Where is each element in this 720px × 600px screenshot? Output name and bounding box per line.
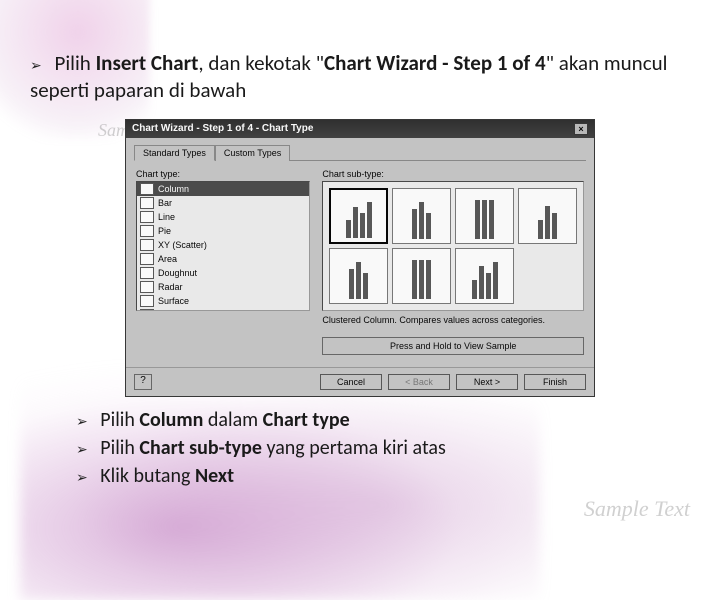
subtype-clustered-column[interactable] xyxy=(329,188,388,244)
chart-type-label: XY (Scatter) xyxy=(158,240,207,250)
subtype-stacked-column[interactable] xyxy=(392,188,451,244)
subtype-3d-column[interactable] xyxy=(455,248,514,304)
help-button[interactable]: ? xyxy=(134,374,152,390)
chart-type-item-area[interactable]: Area xyxy=(137,252,309,266)
chart-type-label: Area xyxy=(158,254,177,264)
top-bullet-bold-1: Insert Chart xyxy=(96,50,199,76)
chart-type-label: Pie xyxy=(158,226,171,236)
chart-type-listbox[interactable]: Column Bar Line Pie XY (Scatter) Area Do… xyxy=(136,181,310,311)
subtype-description: Clustered Column. Compares values across… xyxy=(322,315,584,335)
tab-strip: Standard Types Custom Types xyxy=(134,144,586,161)
doughnut-icon xyxy=(140,267,154,279)
chart-type-item-line[interactable]: Line xyxy=(137,210,309,224)
tab-custom-types[interactable]: Custom Types xyxy=(215,145,290,161)
scatter-icon xyxy=(140,239,154,251)
dialog-titlebar: Chart Wizard - Step 1 of 4 - Chart Type … xyxy=(126,120,594,138)
top-bullet-text-2: , dan kekotak " xyxy=(198,50,324,76)
radar-icon xyxy=(140,281,154,293)
sub-type-grid xyxy=(322,181,584,311)
subtype-100pct-stacked[interactable] xyxy=(455,188,514,244)
sub3-bold: Next xyxy=(195,464,234,488)
chart-type-item-column[interactable]: Column xyxy=(137,182,309,196)
label-chart-type: Chart type: xyxy=(136,169,310,179)
press-hold-button[interactable]: Press and Hold to View Sample xyxy=(322,337,584,355)
top-bullet-text-1: Pilih xyxy=(54,50,95,76)
chart-wizard-dialog: Chart Wizard - Step 1 of 4 - Chart Type … xyxy=(125,119,595,397)
top-bullet-bold-2: Chart Wizard - Step 1 of 4 xyxy=(324,50,546,76)
chart-type-label: Surface xyxy=(158,296,189,306)
surface-icon xyxy=(140,295,154,307)
bullet-arrow-icon: ➢ xyxy=(30,57,42,73)
slide-content: ➢ Pilih Insert Chart, dan kekotak "Chart… xyxy=(0,0,720,511)
sub-bullet-3: ➢ Klik butang Next xyxy=(76,463,690,489)
chart-type-item-radar[interactable]: Radar xyxy=(137,280,309,294)
sub1-bold2: Chart type xyxy=(263,408,350,432)
chart-type-item-bar[interactable]: Bar xyxy=(137,196,309,210)
sub1-pre: Pilih xyxy=(100,408,139,432)
subtype-3d-100pct[interactable] xyxy=(392,248,451,304)
subtype-3d-clustered[interactable] xyxy=(518,188,577,244)
line-icon xyxy=(140,211,154,223)
bullet-arrow-icon: ➢ xyxy=(76,441,88,457)
chart-type-label: Line xyxy=(158,212,175,222)
sub-bullet-2: ➢ Pilih Chart sub-type yang pertama kiri… xyxy=(76,435,690,461)
chart-type-item-pie[interactable]: Pie xyxy=(137,224,309,238)
bullet-arrow-icon: ➢ xyxy=(76,413,88,429)
pane-sub-type: Chart sub-type: Clustered Column. Compar… xyxy=(322,169,584,355)
dialog-button-row: ? Cancel < Back Next > Finish xyxy=(126,367,594,396)
area-icon xyxy=(140,253,154,265)
sub-bullet-1: ➢ Pilih Column dalam Chart type xyxy=(76,407,690,433)
sub1-mid: dalam xyxy=(203,408,262,432)
sub-bullet-list: ➢ Pilih Column dalam Chart type ➢ Pilih … xyxy=(76,407,690,489)
column-icon xyxy=(140,183,154,195)
sub2-bold: Chart sub-type xyxy=(139,436,262,460)
tab-standard-types[interactable]: Standard Types xyxy=(134,145,215,161)
bar-icon xyxy=(140,197,154,209)
pie-icon xyxy=(140,225,154,237)
chart-type-label: Bar xyxy=(158,198,172,208)
back-button[interactable]: < Back xyxy=(388,374,450,390)
top-bullet: ➢ Pilih Insert Chart, dan kekotak "Chart… xyxy=(30,50,690,105)
next-button[interactable]: Next > xyxy=(456,374,518,390)
sub2-pre: Pilih xyxy=(100,436,139,460)
label-sub-type: Chart sub-type: xyxy=(322,169,584,179)
chart-type-label: Bubble xyxy=(158,310,186,311)
chart-type-item-bubble[interactable]: Bubble xyxy=(137,308,309,311)
chart-type-label: Doughnut xyxy=(158,268,197,278)
dialog-body: Standard Types Custom Types Chart type: … xyxy=(126,138,594,367)
sub2-post: yang pertama kiri atas xyxy=(262,436,446,460)
chart-type-item-xy[interactable]: XY (Scatter) xyxy=(137,238,309,252)
bubble-icon xyxy=(140,309,154,311)
chart-type-item-surface[interactable]: Surface xyxy=(137,294,309,308)
chart-type-item-doughnut[interactable]: Doughnut xyxy=(137,266,309,280)
close-icon[interactable]: × xyxy=(574,123,588,135)
dialog-title: Chart Wizard - Step 1 of 4 - Chart Type xyxy=(132,123,313,134)
chart-type-label: Radar xyxy=(158,282,183,292)
bullet-arrow-icon: ➢ xyxy=(76,469,88,485)
cancel-button[interactable]: Cancel xyxy=(320,374,382,390)
subtype-3d-stacked[interactable] xyxy=(329,248,388,304)
panes: Chart type: Column Bar Line Pie XY (Scat… xyxy=(134,161,586,359)
sub1-bold1: Column xyxy=(139,408,203,432)
finish-button[interactable]: Finish xyxy=(524,374,586,390)
pane-chart-type: Chart type: Column Bar Line Pie XY (Scat… xyxy=(136,169,310,355)
sub3-pre: Klik butang xyxy=(100,464,195,488)
chart-type-label: Column xyxy=(158,184,189,194)
